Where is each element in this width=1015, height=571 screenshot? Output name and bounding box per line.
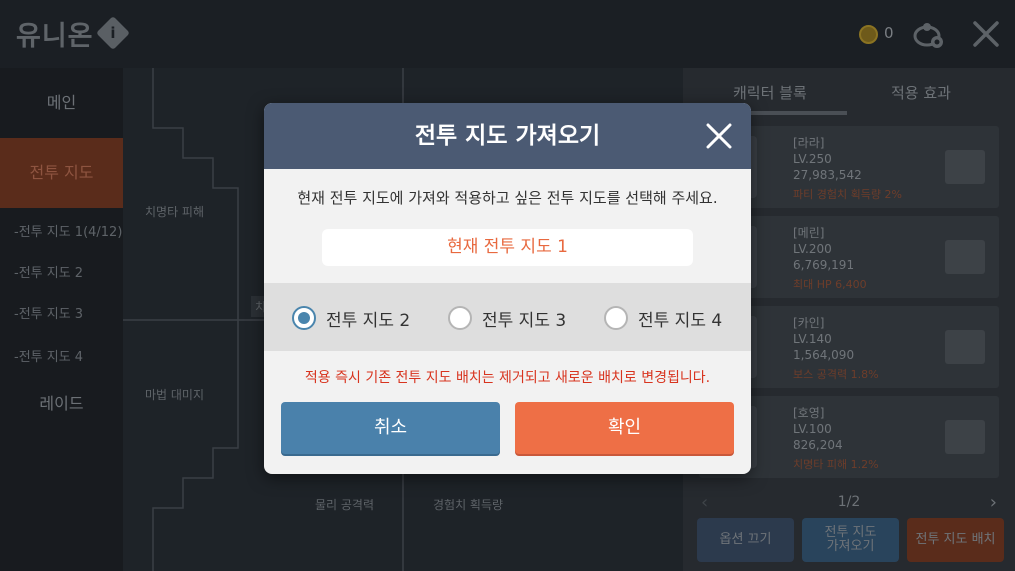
tab-applied-effects[interactable]: 적용 효과: [891, 82, 951, 103]
options-off-button[interactable]: 옵션 끄기: [697, 518, 794, 562]
radio-map-2[interactable]: 전투 지도 2: [292, 306, 411, 331]
character-level: LV.250: [793, 152, 832, 166]
block-shape-icon: [945, 420, 985, 454]
coin-count: 0: [884, 24, 894, 42]
close-icon[interactable]: [970, 18, 1002, 50]
import-map-button[interactable]: 전투 지도 가져오기: [802, 518, 899, 562]
character-level: LV.200: [793, 242, 832, 256]
character-level: LV.140: [793, 332, 832, 346]
cancel-button[interactable]: 취소: [281, 402, 500, 454]
dialog-header: 전투 지도 가져오기: [264, 103, 751, 169]
block-shape-icon: [945, 240, 985, 274]
sidebar-subitem-map-4[interactable]: -전투 지도 4: [14, 346, 83, 365]
character-name: [호영]: [793, 406, 825, 420]
union-settings-icon[interactable]: [912, 18, 946, 52]
radio-unselected-icon: [448, 306, 472, 330]
character-effect: 최대 HP 6,400: [793, 278, 867, 291]
confirm-button[interactable]: 확인: [515, 402, 734, 454]
character-power: 27,983,542: [793, 168, 862, 182]
radio-selected-icon: [292, 306, 316, 330]
info-icon[interactable]: i: [96, 16, 130, 50]
warning-text: 적용 즉시 기존 전투 지도 배치는 제거되고 새로운 배치로 변경됩니다.: [304, 370, 711, 386]
board-label-physical-attack: 물리 공격력: [315, 498, 375, 512]
current-map-label: 현재 전투 지도 1: [322, 229, 693, 266]
character-name: [라라]: [793, 136, 825, 150]
import-map-label-2: 가져오기: [826, 539, 875, 554]
sidebar-item-raid[interactable]: 레이드: [0, 390, 123, 414]
sidebar-item-battle-map[interactable]: 전투 지도: [0, 138, 123, 208]
character-power: 826,204: [793, 438, 843, 452]
board-label-exp-gain: 경험치 획득량: [433, 498, 504, 512]
tab-character-blocks[interactable]: 캐릭터 블록: [733, 82, 807, 103]
character-name: [메린]: [793, 226, 825, 240]
top-bar: 유니온 i 0: [0, 0, 1015, 68]
dialog-description: 현재 전투 지도에 가져와 적용하고 싶은 전투 지도를 선택해 주세요.: [297, 189, 718, 207]
radio-map-3[interactable]: 전투 지도 3: [448, 306, 567, 331]
character-effect: 보스 공격력 1.8%: [793, 368, 879, 381]
place-map-button[interactable]: 전투 지도 배치: [907, 518, 1004, 562]
import-map-label-1: 전투 지도: [824, 525, 877, 540]
pagination: ‹ 1/2 ›: [683, 492, 1015, 513]
character-level: LV.100: [793, 422, 832, 436]
character-name: [카인]: [793, 316, 825, 330]
sidebar-item-main[interactable]: 메인: [0, 68, 123, 138]
close-icon[interactable]: [704, 121, 734, 151]
map-options: 전투 지도 2 전투 지도 3 전투 지도 4: [264, 283, 751, 351]
radio-map-4[interactable]: 전투 지도 4: [604, 306, 723, 331]
board-label-magic-damage: 마법 대미지: [145, 388, 205, 402]
block-shape-icon: [945, 330, 985, 364]
radio-label: 전투 지도 3: [482, 310, 567, 331]
next-page-icon[interactable]: ›: [990, 492, 997, 513]
board-label-crit-damage: 치명타 피해: [145, 205, 205, 219]
character-power: 1,564,090: [793, 348, 855, 362]
coin-icon: [859, 25, 878, 44]
union-screen: 유니온 i 0 메인 전투 지도 -전투 지도 1(4/12) -전투 지도 2…: [0, 0, 1015, 571]
radio-label: 전투 지도 4: [638, 310, 723, 331]
page-title: 유니온: [16, 21, 94, 52]
sidebar: 메인 전투 지도 -전투 지도 1(4/12) -전투 지도 2 -전투 지도 …: [0, 68, 123, 571]
page-indicator: 1/2: [837, 494, 861, 510]
import-map-dialog: 전투 지도 가져오기 현재 전투 지도에 가져와 적용하고 싶은 전투 지도를 …: [264, 103, 751, 474]
info-icon-glyph: i: [110, 24, 116, 42]
radio-label: 전투 지도 2: [326, 310, 411, 331]
dialog-title: 전투 지도 가져오기: [414, 123, 601, 149]
block-shape-icon: [945, 150, 985, 184]
sidebar-subitem-map-3[interactable]: -전투 지도 3: [14, 303, 83, 322]
character-power: 6,769,191: [793, 258, 855, 272]
radio-unselected-icon: [604, 306, 628, 330]
sidebar-subitem-map-1[interactable]: -전투 지도 1(4/12): [14, 221, 122, 240]
character-effect: 파티 경험치 획득량 2%: [793, 188, 902, 201]
sidebar-subitem-map-2[interactable]: -전투 지도 2: [14, 262, 83, 281]
character-effect: 치명타 피해 1.2%: [793, 458, 879, 471]
